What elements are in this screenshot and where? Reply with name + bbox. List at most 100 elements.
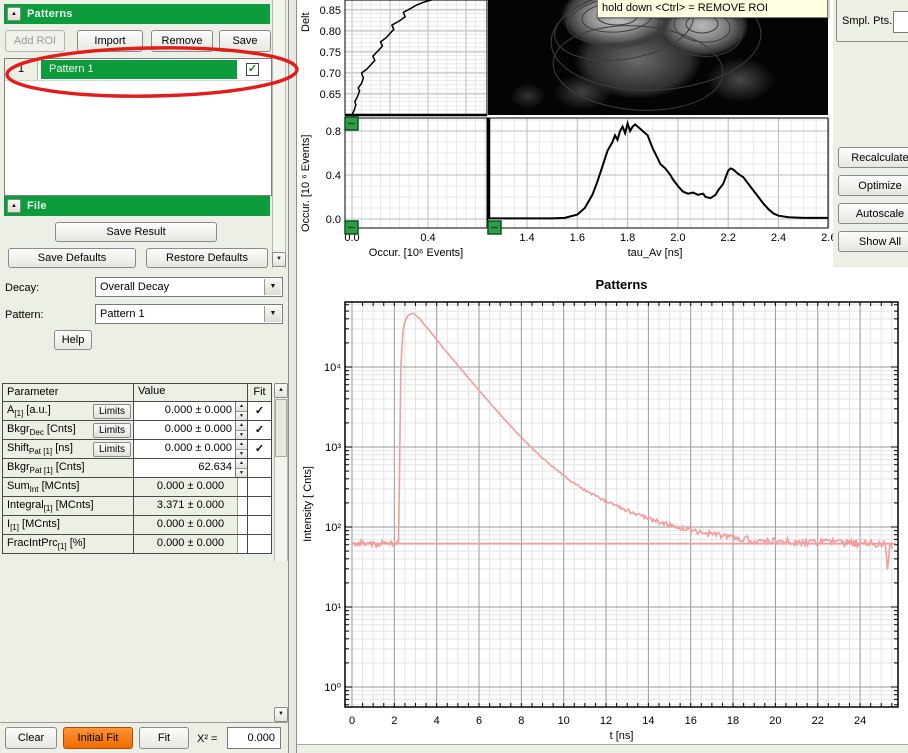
x-tick-label: 4 [434,715,440,727]
tau-plot-frame [488,118,828,228]
tau-tick-label: 2.6 [821,232,833,244]
parameter-unit: [Cnts] [53,461,85,473]
chevron-down-icon[interactable]: ▼ [264,306,281,322]
save-button[interactable]: Save [219,30,271,52]
delta-axis-label: Delt [300,12,312,32]
panel-splitter[interactable] [288,0,297,753]
plot-frame [345,302,898,707]
spin-down-icon[interactable]: ▼ [236,450,247,459]
sample-points-input[interactable] [893,11,908,33]
collapse-file-icon[interactable]: ▲ [7,199,21,213]
table-scrollbar[interactable] [274,398,288,561]
parameter-name: Integral [7,499,44,511]
pattern-name[interactable]: Pattern 1 [41,60,237,79]
fit-button[interactable]: Fit [139,727,189,749]
delta-tick-label: 0.65 [320,89,341,101]
x-tick-label: 12 [600,715,612,727]
parameter-value: 0.000 ± 0.000 [134,478,247,496]
limits-button[interactable]: Limits [93,404,131,419]
scroll-down-icon[interactable]: ▼ [272,252,286,267]
fit-checkbox[interactable]: ✓ [247,402,271,420]
fit-checkbox[interactable]: ✓ [247,440,271,458]
occur-tick-label: 0.8 [326,126,341,138]
parameter-name: Bkgr [7,461,30,473]
parameter-table: ParameterValueFit A[1] [a.u.] Limits 0.0… [2,383,272,554]
table-scroll-thumb[interactable] [275,399,287,457]
limits-button[interactable]: Limits [93,423,131,438]
fit-checkbox[interactable] [247,535,271,553]
value-spinner[interactable]: ▲▼ [235,440,247,458]
x-tick-label: 8 [518,715,524,727]
show-all-button[interactable]: Show All [838,231,908,252]
parameter-value-input[interactable]: 0.000 ± 0.000 [134,402,247,420]
chevron-down-icon[interactable]: ▼ [264,279,281,295]
y-tick-label: 10⁴ [324,362,341,374]
marginal-plots-svg[interactable]: 0.850.800.750.700.65Delt0.80.40.00.00.4O… [297,0,833,267]
parameter-value-input[interactable]: 62.634 [134,459,247,477]
patterns-list: 1 Pattern 1 ✓ [4,58,272,196]
parameter-value-input[interactable]: 0.000 ± 0.000 [134,440,247,458]
fit-checkbox[interactable] [247,478,271,496]
column-header: Value [133,384,247,401]
parameter-unit: [ns] [52,442,73,454]
spin-up-icon[interactable]: ▲ [236,402,247,412]
recalculate-button[interactable]: Recalculate [838,147,908,168]
import-button[interactable]: Import [77,30,143,52]
sample-points-label: Smpl. Pts.: [842,15,895,27]
table-header-row: ParameterValueFit [3,384,271,401]
add-roi-button[interactable]: Add ROI [5,30,65,52]
tau-tick-label: 2.2 [721,232,736,244]
remove-button[interactable]: Remove [151,30,213,52]
parameter-subscript: Int [30,485,39,494]
pattern-list-item[interactable]: 1 Pattern 1 ✓ [5,59,271,81]
decay-curve [353,313,892,570]
autoscale-button[interactable]: Autoscale [838,203,908,224]
optimize-button[interactable]: Optimize [838,175,908,196]
patterns-plot-svg[interactable]: Patterns10⁰10¹10²10³10⁴02468101214161820… [297,267,908,745]
patterns-section-title: Patterns [27,8,73,20]
parameter-subscript: [1] [14,409,23,418]
save-result-button[interactable]: Save Result [55,222,217,242]
decay-dropdown[interactable]: Overall Decay ▼ [95,277,283,297]
save-defaults-button[interactable]: Save Defaults [8,248,136,268]
tau-tick-label: 2.4 [771,232,786,244]
fit-checkbox[interactable] [247,459,271,477]
pattern-checkbox[interactable]: ✓ [246,63,259,76]
value-spinner[interactable]: ▲▼ [235,402,247,420]
pattern-dropdown[interactable]: Pattern 1 ▼ [95,304,283,324]
spin-up-icon[interactable]: ▲ [236,440,247,450]
parameter-name: Sum [7,480,30,492]
y-tick-label: 10¹ [325,602,341,614]
decay-dropdown-value: Overall Decay [100,281,169,293]
collapse-patterns-icon[interactable]: ▲ [7,7,21,21]
fit-checkbox[interactable] [247,497,271,515]
spin-up-icon[interactable]: ▲ [236,421,247,431]
file-section-title: File [27,200,47,212]
occur-axis-label: Occur. [10⁶ Events] [369,247,463,259]
spin-down-icon[interactable]: ▼ [236,469,247,478]
table-scroll-up-icon[interactable]: ▲ [274,383,288,398]
panel-scroll-down-icon[interactable]: ▼ [274,707,288,722]
right-panel: Smpl. Pts.: Recalculate Optimize Autosca… [833,0,908,285]
spin-down-icon[interactable]: ▼ [236,412,247,421]
help-button[interactable]: Help [54,330,92,350]
tau-axis-label: tau_Av [ns] [628,247,683,259]
spin-down-icon[interactable]: ▼ [236,431,247,440]
value-spinner[interactable]: ▲▼ [235,459,247,477]
clear-button[interactable]: Clear [5,727,57,749]
bottom-strip [297,744,908,753]
fit-checkbox[interactable]: ✓ [247,421,271,439]
initial-fit-button[interactable]: Initial Fit [63,727,133,749]
spin-up-icon[interactable]: ▲ [236,459,247,469]
parameter-unit: [a.u.] [23,404,51,416]
fit-checkbox[interactable] [247,516,271,534]
panel-scrollbar[interactable] [272,0,286,268]
column-header: Parameter [3,384,133,401]
limits-button[interactable]: Limits [93,442,131,457]
parameter-value-input[interactable]: 0.000 ± 0.000 [134,421,247,439]
pattern-index: 1 [5,59,38,80]
restore-defaults-button[interactable]: Restore Defaults [146,248,268,268]
value-spinner[interactable]: ▲▼ [235,421,247,439]
x-tick-label: 2 [391,715,397,727]
patterns-decay-plot[interactable]: Patterns10⁰10¹10²10³10⁴02468101214161820… [297,267,908,745]
